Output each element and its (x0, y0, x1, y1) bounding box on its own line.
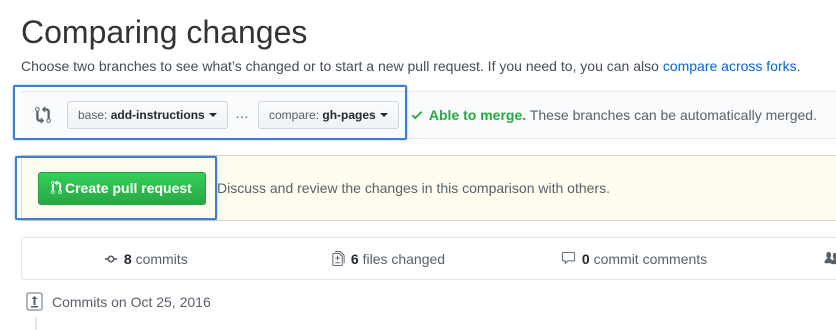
page-subtitle: Choose two branches to see what’s change… (21, 58, 801, 74)
git-compare-icon (35, 106, 53, 124)
compare-across-forks-link[interactable]: compare across forks (663, 58, 797, 74)
check-icon (411, 110, 423, 120)
compare-branch-name: gh-pages (322, 108, 376, 122)
commits-label: commits (135, 251, 188, 267)
page-title: Comparing changes (21, 14, 308, 50)
git-commit-icon (104, 255, 118, 263)
create-pull-request-bar: Create pull request Discuss and review t… (21, 155, 836, 221)
commits-count: 8 (123, 251, 132, 267)
numbers-summary: 8 commits 6 files changed 0 commit comme… (21, 237, 836, 280)
files-count: 6 (350, 251, 359, 267)
base-branch-name: add-instructions (110, 108, 205, 122)
commits-tab[interactable]: 8 commits (104, 251, 188, 267)
chevron-down-icon (208, 112, 217, 117)
repo-push-icon (26, 292, 43, 311)
timeline-line (35, 318, 37, 330)
base-branch-select[interactable]: base: add-instructions (67, 101, 228, 129)
create-pull-request-label: Create pull request (65, 180, 192, 196)
files-label: files changed (362, 251, 446, 267)
commit-comments-tab[interactable]: 0 commit comments (561, 251, 707, 267)
range-editor: base: add-instructions … compare: gh-pag… (21, 91, 836, 139)
compare-branch-select[interactable]: compare: gh-pages (258, 101, 399, 129)
comment-icon (561, 252, 576, 265)
compare-label: compare: (269, 108, 320, 122)
subtitle-end: . (796, 58, 801, 74)
comments-count: 0 (581, 251, 590, 267)
commits-day-label: Commits on Oct 25, 2016 (52, 294, 211, 310)
create-description: Discuss and review the changes in this c… (217, 180, 610, 196)
contributors-tab[interactable] (824, 251, 836, 267)
merge-status-label: Able to merge. (428, 107, 527, 123)
commits-day-header: Commits on Oct 25, 2016 (26, 292, 211, 312)
chevron-down-icon (379, 112, 388, 117)
organization-icon (824, 252, 836, 265)
subtitle-text: Choose two branches to see what’s change… (21, 58, 659, 74)
range-ellipsis: … (235, 105, 249, 121)
merge-status: Able to merge. These branches can be aut… (411, 107, 817, 123)
comments-label: commit comments (593, 251, 708, 267)
git-pull-request-icon (51, 180, 62, 195)
file-diff-icon (332, 251, 345, 267)
merge-status-message: These branches can be automatically merg… (529, 107, 817, 123)
create-pull-request-button[interactable]: Create pull request (38, 172, 206, 205)
files-changed-tab[interactable]: 6 files changed (332, 251, 445, 267)
base-label: base: (78, 108, 108, 122)
